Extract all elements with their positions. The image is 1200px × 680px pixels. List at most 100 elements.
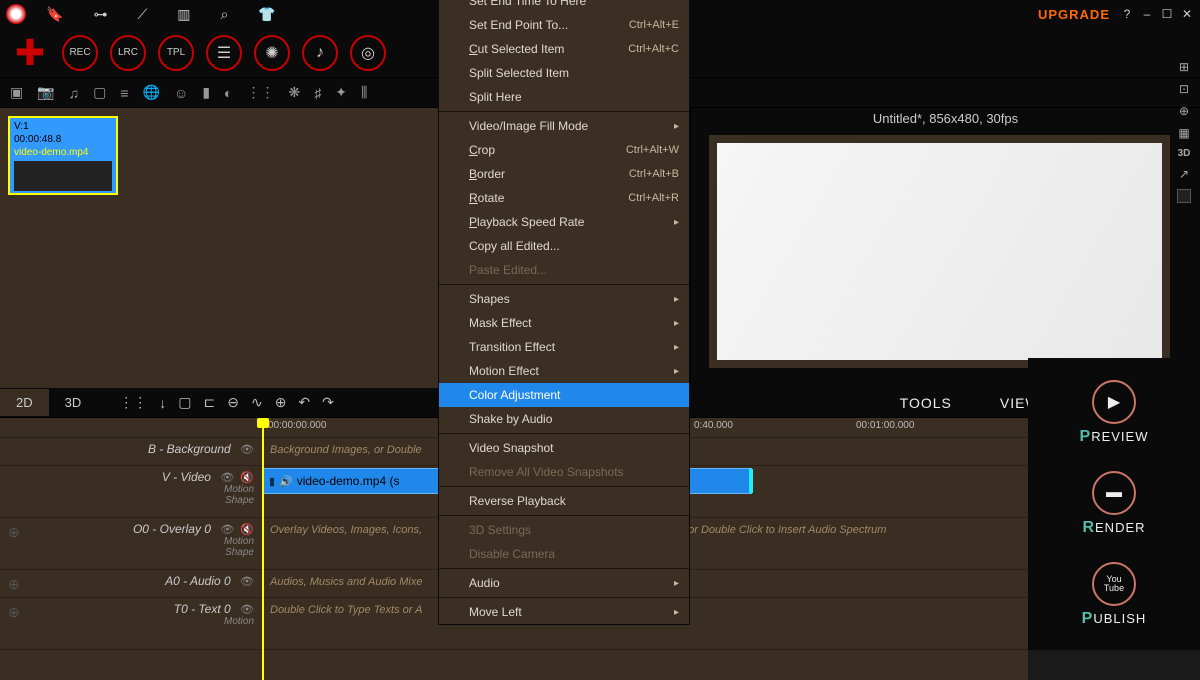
layout2-icon[interactable]: ▦ <box>1178 126 1189 140</box>
menu-transition-effect[interactable]: Transition Effect▸ <box>439 335 689 359</box>
menu-shapes[interactable]: Shapes▸ <box>439 287 689 311</box>
app-logo[interactable] <box>6 4 26 24</box>
visibility-icon[interactable]: 👁 <box>240 443 254 456</box>
menu-split-here[interactable]: Split Here <box>439 85 689 109</box>
template-button[interactable]: TPL <box>158 35 194 71</box>
add-track-icon[interactable]: ⊕ <box>8 524 20 541</box>
menu-video-snapshot[interactable]: Video Snapshot <box>439 436 689 460</box>
menu-fill-mode[interactable]: Video/Image Fill Mode▸ <box>439 114 689 138</box>
tag-icon[interactable]: ⊶ <box>93 6 107 23</box>
flower-icon[interactable]: ❋ <box>289 84 301 101</box>
menu-crop[interactable]: CropCtrl+Alt+W <box>439 138 689 162</box>
context-menu: Set End Time To Here Set End Point To...… <box>438 0 690 625</box>
battery-icon[interactable]: ▮ <box>202 84 210 101</box>
columns-icon[interactable]: ▥ <box>177 6 190 23</box>
menu-separator <box>439 597 689 598</box>
puzzle-icon[interactable]: ✦ <box>335 84 347 101</box>
media-clip[interactable]: V:1 00:00:48.8 video-demo.mp4 <box>8 116 118 195</box>
handles-icon[interactable]: ⊡ <box>1179 82 1189 96</box>
menu-cut-selected[interactable]: Cut Selected ItemCtrl+Alt+C <box>439 37 689 61</box>
frame-icon[interactable]: ▢ <box>178 394 191 411</box>
crop-icon[interactable]: ⊏ <box>203 394 215 411</box>
box-icon[interactable]: ▢ <box>93 84 106 101</box>
list2-icon[interactable]: ⋮⋮ <box>247 84 275 101</box>
mute-icon[interactable]: 🔇 <box>240 523 254 536</box>
camera-icon[interactable]: 📷 <box>37 84 54 101</box>
hash-icon[interactable]: ♯ <box>314 85 321 101</box>
audio-icon: 🔊 <box>279 475 293 488</box>
ruler-tick: 00:01:00.000 <box>856 420 914 431</box>
globe-icon[interactable]: 🌐 <box>143 84 160 101</box>
record-button[interactable]: REC <box>62 35 98 71</box>
visibility-icon[interactable]: 👁 <box>220 471 234 484</box>
upgrade-link[interactable]: UPGRADE <box>1038 7 1110 22</box>
render-button[interactable]: ▬ RENDER <box>1082 471 1145 537</box>
audio-icon[interactable]: ♫ <box>69 85 80 101</box>
undo-icon[interactable]: ↶ <box>298 394 310 411</box>
share-icon[interactable]: ↗ <box>1179 167 1189 181</box>
menu-set-end-time[interactable]: Set End Time To Here <box>439 0 689 13</box>
contrast-icon[interactable]: ◐ <box>224 85 232 101</box>
menu-move-left[interactable]: Move Left▸ <box>439 600 689 624</box>
bars-icon[interactable]: ⫼ <box>361 84 367 101</box>
menu-disable-camera: Disable Camera <box>439 542 689 566</box>
add-track-icon[interactable]: ⊕ <box>8 604 20 621</box>
maximize-icon[interactable]: ☐ <box>1160 7 1174 21</box>
menu-set-end-point[interactable]: Set End Point To...Ctrl+Alt+E <box>439 13 689 37</box>
grid-icon[interactable]: ⊞ <box>1179 60 1189 74</box>
help-icon[interactable]: ? <box>1120 7 1134 21</box>
preview-button[interactable]: ▶ PREVIEW <box>1080 380 1149 446</box>
wave-icon[interactable]: ∿ <box>251 394 263 411</box>
zoomout-icon[interactable]: ⊖ <box>227 394 239 411</box>
lyrics-button[interactable]: LRC <box>110 35 146 71</box>
emoji-icon[interactable]: ☺ <box>174 85 188 101</box>
target-button[interactable]: ◎ <box>350 35 386 71</box>
visibility-icon[interactable]: 👁 <box>240 575 254 588</box>
menu-shake-by-audio[interactable]: Shake by Audio <box>439 407 689 431</box>
track-name: B - Background <box>148 442 231 456</box>
bookmark-icon[interactable]: 🔖 <box>46 6 63 23</box>
3d-toggle[interactable]: 3D <box>1178 148 1191 159</box>
lines-icon[interactable]: ≡ <box>120 85 128 101</box>
playhead[interactable] <box>262 418 264 680</box>
center-icon[interactable]: ⊕ <box>1179 104 1189 118</box>
shirt-icon[interactable]: 👕 <box>258 6 275 23</box>
clip-handle[interactable] <box>749 469 753 493</box>
menu-border[interactable]: BorderCtrl+Alt+B <box>439 162 689 186</box>
tab-tools[interactable]: TOOLS <box>876 389 976 417</box>
menu-reverse-playback[interactable]: Reverse Playback <box>439 489 689 513</box>
marker-icon[interactable]: ↓ <box>159 395 166 411</box>
search-icon[interactable]: ⌕ <box>220 6 228 23</box>
add-track-icon[interactable]: ⊕ <box>8 576 20 593</box>
list-button[interactable]: ☰ <box>206 35 242 71</box>
track-sub: Shape <box>0 547 254 558</box>
menu-mask-effect[interactable]: Mask Effect▸ <box>439 311 689 335</box>
visibility-icon[interactable]: 👁 <box>240 603 254 616</box>
pointer-icon[interactable]: ⟋ <box>137 6 147 23</box>
color-swatch[interactable] <box>1177 189 1191 203</box>
menu-rotate[interactable]: RotateCtrl+Alt+R <box>439 186 689 210</box>
grid2-icon[interactable]: ⋮⋮ <box>119 394 147 411</box>
redo-icon[interactable]: ↷ <box>322 394 334 411</box>
publish-button[interactable]: YouTube PUBLISH <box>1082 562 1147 628</box>
add-media-button[interactable] <box>10 33 50 73</box>
menu-motion-effect[interactable]: Motion Effect▸ <box>439 359 689 383</box>
close-icon[interactable]: ✕ <box>1180 7 1194 21</box>
preview-viewport[interactable] <box>709 135 1170 368</box>
menu-color-adjustment[interactable]: Color Adjustment <box>439 383 689 407</box>
menu-paste-edited: Paste Edited... <box>439 258 689 282</box>
zoomin-icon[interactable]: ⊕ <box>275 394 287 411</box>
tab-3d[interactable]: 3D <box>49 389 98 416</box>
menu-speed-rate[interactable]: Playback Speed Rate▸ <box>439 210 689 234</box>
visibility-icon[interactable]: 👁 <box>220 523 234 536</box>
menu-separator <box>439 515 689 516</box>
layout-icon[interactable]: ▣ <box>10 84 23 101</box>
music-button[interactable]: ♪ <box>302 35 338 71</box>
menu-copy-edited[interactable]: Copy all Edited... <box>439 234 689 258</box>
effect-button[interactable]: ✺ <box>254 35 290 71</box>
menu-audio[interactable]: Audio▸ <box>439 571 689 595</box>
minimize-icon[interactable]: – <box>1140 7 1154 21</box>
tab-2d[interactable]: 2D <box>0 389 49 416</box>
mute-icon[interactable]: 🔇 <box>240 471 254 484</box>
menu-split-selected[interactable]: Split Selected Item <box>439 61 689 85</box>
